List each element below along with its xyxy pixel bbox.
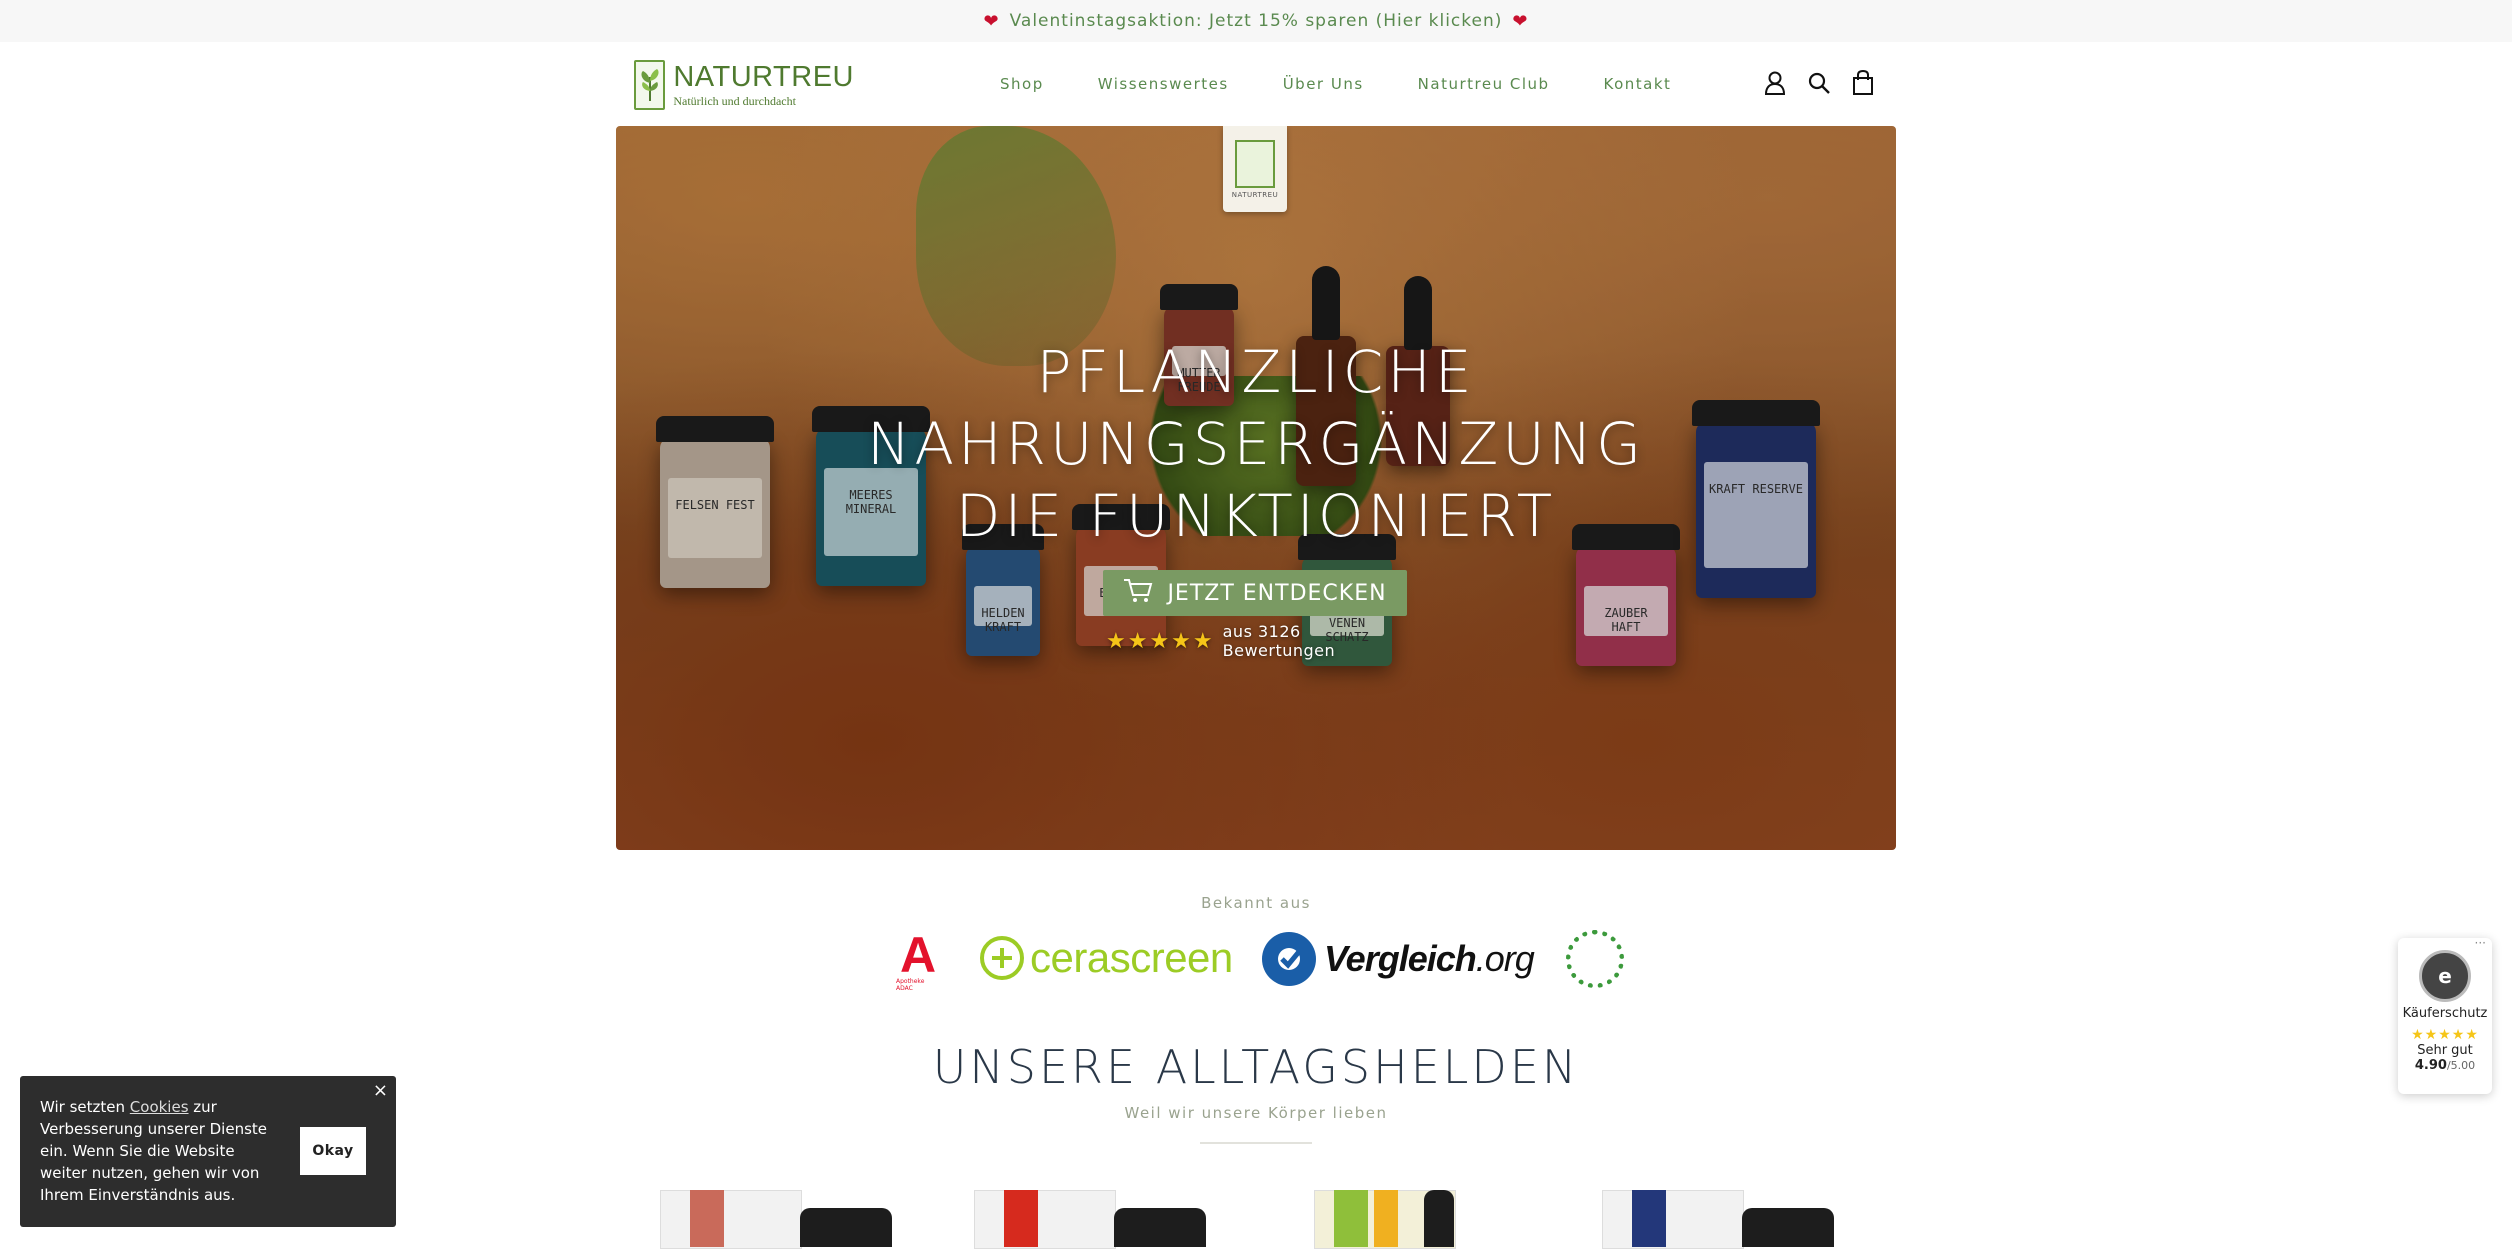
cookie-okay-button[interactable]: Okay [300,1127,366,1175]
brand-badge-text: NATURTREU [1231,190,1279,199]
vergleich-logo: Vergleich.org [1262,932,1535,986]
logo[interactable]: NATURTREU Natürlich und durchdacht [634,60,854,110]
trust-widget[interactable]: ··· e Käuferschutz ★★★★★ Sehr gut 4.90/5… [2398,936,2492,1094]
star-rating: ★★★★★ [2411,1027,2479,1043]
cookie-banner: × Wir setzten Cookies zur Verbesserung u… [20,1076,396,1227]
announcement-text[interactable]: Valentinstagsaktion: Jetzt 15% sparen (H… [1010,11,1503,31]
rating-summary[interactable]: ★★★★★ aus 3126 Bewertungen [1106,622,1406,660]
hero-headline-line: Nahrungsergänzung [866,410,1646,478]
heart-icon: ❤ [1512,10,1529,32]
trust-rating-word: Sehr gut [2417,1043,2473,1058]
logo-leaf-icon [1235,139,1275,188]
plus-circle-icon [980,936,1024,980]
cart-icon[interactable] [1850,68,1876,98]
search-icon[interactable] [1806,68,1832,98]
product-card[interactable] [660,1190,900,1249]
cookie-text: Wir setzten Cookies zur Verbesserung uns… [40,1098,268,1204]
checkmark-icon [1262,932,1316,986]
trust-seal-icon: e [2419,950,2471,1002]
nav-ueber-uns[interactable]: Über Uns [1283,75,1364,93]
announcement-bar[interactable]: ❤ Valentinstagsaktion: Jetzt 15% sparen … [0,0,2512,42]
header-icons [1762,68,1876,98]
cookies-link[interactable]: Cookies [130,1098,189,1116]
product-card[interactable] [1602,1190,1842,1249]
close-icon[interactable]: × [373,1080,388,1101]
logo-tagline: Natürlich und durchdacht [673,94,796,108]
brand-badge: NATURTREU [1223,126,1287,212]
star-rating: ★★★★★ [1106,628,1215,654]
known-from-title: Bekannt aus [1201,894,1311,912]
main-nav: Shop Wissenswertes Über Uns Naturtreu Cl… [1000,42,1725,126]
cerascreen-logo: cerascreen [980,934,1233,982]
certificate-seal-icon [1566,930,1624,988]
trust-label: Käuferschutz [2402,1006,2488,1021]
product-card[interactable] [974,1190,1214,1249]
more-icon[interactable]: ··· [2475,936,2486,950]
discover-button[interactable]: JETZT ENTDECKEN [1103,570,1407,616]
hero-headline-line: die funktioniert [955,482,1557,550]
product-card[interactable] [1314,1190,1554,1249]
apotheke-logo: A Apotheke ADAC [896,927,937,992]
nav-wissenswertes[interactable]: Wissenswertes [1098,75,1229,93]
discover-button-label: JETZT ENTDECKEN [1167,580,1387,606]
heart-icon: ❤ [983,10,1000,32]
nav-shop[interactable]: Shop [1000,75,1044,93]
hero-banner[interactable]: FELSEN FEST MEERES MINERAL HELDEN KRAFT … [616,126,1896,850]
press-logos: A Apotheke ADAC cerascreen Vergleich.org [890,927,1630,992]
hero-headline: Pflanzliche Nahrungsergänzung die funkti… [856,336,1656,552]
nav-kontakt[interactable]: Kontakt [1604,75,1672,93]
logo-leaf-icon [634,60,666,110]
account-icon[interactable] [1762,68,1788,98]
hero-headline-line: Pflanzliche [1036,338,1476,406]
nav-naturtreu-club[interactable]: Naturtreu Club [1418,75,1550,93]
site-header: NATURTREU Natürlich und durchdacht Shop … [0,42,2512,126]
rating-count: aus 3126 Bewertungen [1222,622,1336,660]
divider [1200,1142,1312,1144]
cart-icon [1123,577,1153,609]
logo-name: NATURTREU [673,61,854,93]
trust-score: 4.90/5.00 [2414,1058,2476,1073]
